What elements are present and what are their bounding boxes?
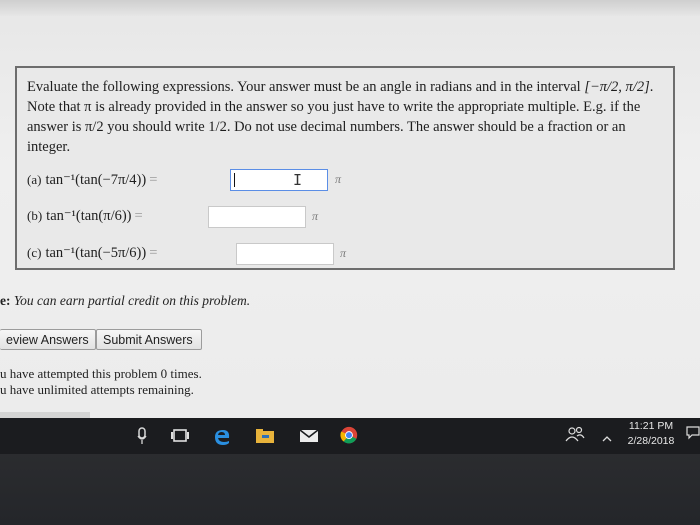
part-a: (a) tan⁻¹(tan(−7π/4)) = (27, 168, 160, 192)
part-b-label: (b) (27, 208, 43, 223)
attempts-info: u have attempted this problem 0 times. u… (0, 366, 202, 398)
part-c: (c) tan⁻¹(tan(−5π/6)) = (27, 241, 160, 265)
chrome-icon[interactable] (338, 426, 360, 446)
submit-answers-button[interactable]: Submit Answers (96, 329, 202, 350)
preview-answers-button[interactable]: eview Answers (0, 329, 96, 350)
mic-icon[interactable] (136, 426, 148, 446)
attempts-line-2: u have unlimited attempts remaining. (0, 382, 194, 397)
part-c-expression: tan⁻¹(tan(−5π/6)) (45, 244, 147, 261)
part-c-equals: = (149, 244, 158, 261)
problem-box: Evaluate the following expressions. Your… (15, 66, 675, 270)
clock-date: 2/28/2018 (627, 435, 675, 447)
monitor-bezel (0, 454, 700, 525)
part-b-equals: = (134, 207, 143, 224)
part-a-answer-input[interactable]: I (230, 169, 328, 191)
monitor-screen: Evaluate the following expressions. Your… (0, 0, 700, 418)
edge-icon[interactable] (212, 426, 232, 446)
part-c-label: (c) (27, 245, 42, 260)
mail-icon[interactable] (298, 426, 320, 446)
people-icon[interactable] (565, 424, 585, 444)
clock-time: 11:21 PM (628, 420, 674, 432)
part-c-pi-unit: π (340, 246, 347, 260)
attempts-line-1: u have attempted this problem 0 times. (0, 366, 202, 381)
part-a-expression: tan⁻¹(tan(−7π/4)) (45, 171, 147, 188)
note-text: You can earn partial credit on this prob… (13, 293, 251, 308)
part-a-equals: = (149, 171, 158, 188)
instructions-text: Evaluate the following expressions. Your… (27, 79, 581, 95)
part-b: (b) tan⁻¹(tan(π/6)) = (27, 204, 146, 228)
notification-icon[interactable] (686, 422, 700, 442)
part-b-pi-unit: π (312, 209, 319, 223)
problem-instructions: Evaluate the following expressions. Your… (27, 77, 667, 157)
part-a-pi-unit: π (335, 172, 342, 186)
part-a-label: (a) (27, 172, 42, 187)
note-prefix: e: (0, 293, 11, 308)
interval-expression: [−π/2, π/2] (584, 79, 650, 95)
ibeam-cursor-icon: I (293, 171, 303, 189)
system-clock[interactable]: 11:21 PM 2/28/2018 (620, 419, 682, 449)
part-b-expression: tan⁻¹(tan(π/6)) (46, 207, 132, 224)
browser-top-strip (0, 0, 700, 16)
windows-taskbar: 11:21 PM 2/28/2018 (0, 418, 700, 454)
text-caret (234, 173, 235, 187)
part-b-answer-input[interactable] (208, 206, 306, 228)
part-c-answer-input[interactable] (236, 243, 334, 265)
task-view-icon[interactable] (170, 426, 190, 446)
partial-credit-note: e: You can earn partial credit on this p… (0, 293, 250, 309)
file-explorer-icon[interactable] (254, 426, 276, 446)
chevron-up-icon[interactable] (602, 429, 612, 449)
